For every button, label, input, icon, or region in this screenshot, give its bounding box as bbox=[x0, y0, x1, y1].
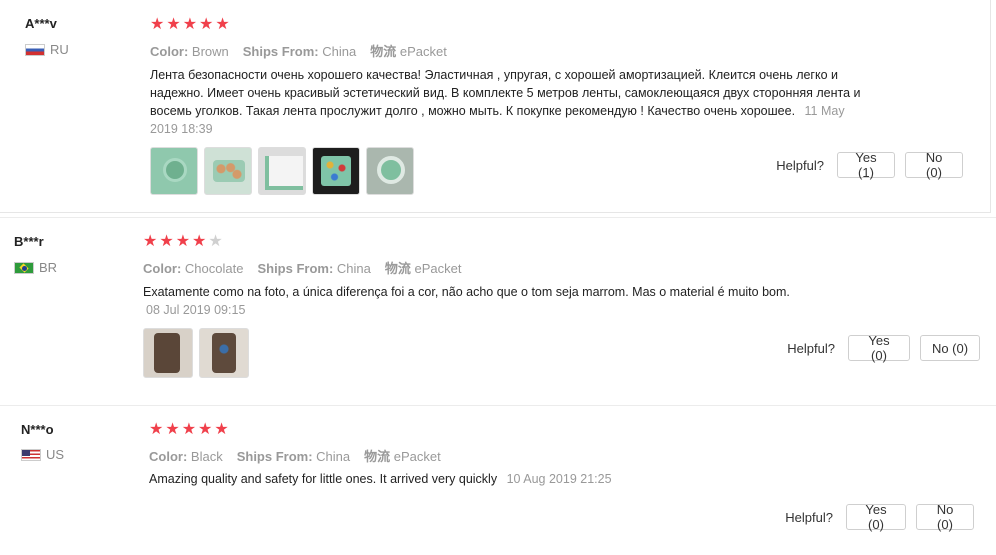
flag-us-icon bbox=[21, 448, 41, 461]
flag-ru-icon bbox=[25, 43, 45, 56]
review-photo-thumbnail[interactable] bbox=[204, 147, 252, 195]
review-item: A***v RU ★ ★ ★ ★ ★ Color: Brown Ships Fro… bbox=[0, 0, 991, 213]
logistics-label: 物流 bbox=[370, 44, 397, 59]
star-icon: ★ bbox=[166, 16, 181, 33]
helpful-yes-button[interactable]: Yes (1) bbox=[837, 150, 895, 180]
star-icon: ★ bbox=[159, 233, 174, 250]
review-photo-thumbnail[interactable] bbox=[143, 328, 193, 378]
review-body: Amazing quality and safety for little on… bbox=[149, 472, 498, 486]
ships-value: China bbox=[336, 261, 371, 276]
review-photo-thumbnail[interactable] bbox=[312, 147, 360, 195]
star-icon: ★ bbox=[198, 421, 213, 438]
review-photo-thumbnail[interactable] bbox=[258, 147, 306, 195]
reviewer-country: RU bbox=[25, 42, 69, 57]
color-label: Color: bbox=[143, 261, 182, 276]
review-body: Exatamente como na foto, a única diferen… bbox=[143, 285, 790, 299]
review-body: Лента безопасности очень хорошего качест… bbox=[150, 68, 861, 118]
helpful-no-button[interactable]: No (0) bbox=[916, 502, 974, 532]
review-date: 10 Aug 2019 21:25 bbox=[506, 472, 612, 486]
flag-br-icon bbox=[14, 261, 34, 274]
color-value: Black bbox=[190, 449, 223, 464]
review-photo-thumbnail[interactable] bbox=[199, 328, 249, 378]
ships-label: Ships From: bbox=[242, 44, 319, 59]
star-icon: ★ bbox=[149, 421, 164, 438]
review-photos bbox=[150, 147, 414, 195]
logistics-value: ePacket bbox=[393, 449, 441, 464]
logistics-value: ePacket bbox=[414, 261, 462, 276]
review-photos bbox=[143, 328, 249, 378]
color-value: Brown bbox=[191, 44, 229, 59]
star-icon: ★ bbox=[182, 16, 198, 33]
country-code: US bbox=[46, 447, 65, 462]
star-icon: ★ bbox=[181, 421, 197, 438]
color-label: Color: bbox=[149, 449, 188, 464]
order-info: Color: Chocolate Ships From: China 物流 ePac… bbox=[143, 258, 462, 277]
review-text: Лента безопасности очень хорошего качест… bbox=[150, 66, 870, 138]
helpful-label: Helpful? bbox=[776, 157, 824, 173]
star-icon: ★ bbox=[199, 16, 214, 33]
review-photo-thumbnail[interactable] bbox=[150, 147, 198, 195]
helpful-no-button[interactable]: No (0) bbox=[905, 150, 963, 180]
order-info: Color: Black Ships From: China 物流 ePacket bbox=[149, 446, 441, 465]
helpful-no-button[interactable]: No (0) bbox=[920, 335, 980, 361]
helpful-controls: Helpful? Yes (0) No (0) bbox=[787, 333, 980, 363]
star-rating: ★ ★ ★ ★ ★ bbox=[149, 422, 229, 438]
review-item: N***o US ★ ★ ★ ★ ★ Color: Black Ships Fro… bbox=[0, 405, 996, 555]
helpful-label: Helpful? bbox=[787, 340, 835, 356]
review-text: Exatamente como na foto, a única diferen… bbox=[143, 283, 903, 319]
ships-value: China bbox=[316, 449, 351, 464]
star-icon: ★ bbox=[150, 16, 165, 33]
reviewer-name: A***v bbox=[25, 16, 57, 31]
order-info: Color: Brown Ships From: China 物流 ePacket bbox=[150, 41, 447, 60]
helpful-yes-button[interactable]: Yes (0) bbox=[846, 502, 906, 532]
country-code: RU bbox=[50, 42, 69, 57]
logistics-value: ePacket bbox=[399, 44, 447, 59]
review-photo-thumbnail[interactable] bbox=[366, 147, 414, 195]
star-rating: ★ ★ ★ ★ ★ bbox=[143, 234, 223, 250]
star-icon: ★ bbox=[143, 233, 158, 250]
reviewer-name: B***r bbox=[14, 234, 44, 249]
star-icon: ★ bbox=[214, 421, 229, 438]
reviewer-name: N***o bbox=[21, 422, 54, 437]
logistics-label: 物流 bbox=[364, 449, 391, 464]
ships-label: Ships From: bbox=[236, 449, 313, 464]
helpful-label: Helpful? bbox=[785, 509, 833, 525]
star-icon: ★ bbox=[165, 421, 180, 438]
helpful-controls: Helpful? Yes (0) No (0) bbox=[785, 502, 974, 532]
review-date: 08 Jul 2019 09:15 bbox=[146, 303, 246, 317]
reviewer-country: US bbox=[21, 447, 64, 462]
star-icon: ★ bbox=[215, 16, 230, 33]
helpful-controls: Helpful? Yes (1) No (0) bbox=[776, 150, 963, 180]
reviewer-country: BR bbox=[14, 260, 57, 275]
star-icon: ★ bbox=[175, 233, 191, 250]
helpful-yes-button[interactable]: Yes (0) bbox=[848, 333, 910, 363]
ships-label: Ships From: bbox=[257, 261, 334, 276]
color-value: Chocolate bbox=[184, 261, 244, 276]
star-empty-icon: ★ bbox=[208, 233, 223, 250]
ships-value: China bbox=[322, 44, 357, 59]
review-text: Amazing quality and safety for little on… bbox=[149, 470, 909, 488]
country-code: BR bbox=[39, 260, 58, 275]
color-label: Color: bbox=[150, 44, 189, 59]
star-rating: ★ ★ ★ ★ ★ bbox=[150, 17, 230, 33]
star-icon: ★ bbox=[192, 233, 207, 250]
review-item: B***r BR ★ ★ ★ ★ ★ Color: Chocolate Ships… bbox=[0, 217, 996, 400]
logistics-label: 物流 bbox=[384, 261, 411, 276]
